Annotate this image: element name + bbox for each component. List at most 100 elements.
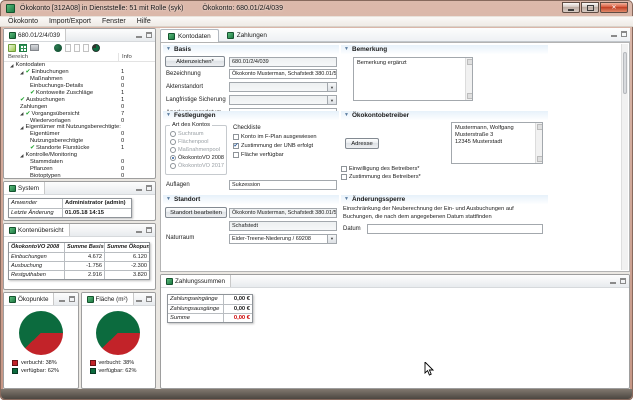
column-bereich[interactable]: Bereich	[8, 54, 28, 60]
scrollbar[interactable]	[465, 58, 472, 100]
tree-view-tab[interactable]: 680.01/2/4/039	[4, 29, 66, 41]
tree-item[interactable]: Stammdaten0	[4, 158, 155, 165]
expander-icon[interactable]: ◢	[20, 111, 23, 116]
adresse-button[interactable]: Adresse	[345, 138, 379, 149]
check-zustimmung[interactable]: Zustimmung des Betreibers*	[341, 174, 421, 180]
tree-item[interactable]: Biotoptypen0	[4, 172, 155, 178]
excel-icon[interactable]	[19, 44, 27, 52]
checkliste-label: Checkliste	[233, 125, 261, 131]
app-icon	[6, 4, 15, 13]
expander-icon[interactable]: ◢	[20, 125, 23, 130]
title-bar[interactable]: Ökokonto [312A08] in Dienststelle: 51 mi…	[0, 0, 633, 16]
scrollbar[interactable]	[535, 123, 542, 163]
maximize-view-icon[interactable]	[146, 32, 152, 38]
tree-item[interactable]: ◢Kontrolle/Monitoring	[4, 152, 155, 159]
menu-fenster[interactable]: Fenster	[102, 18, 126, 25]
art-des-kontos-label: Art des Kontos	[170, 122, 212, 128]
pie-tab[interactable]: Fläche (m²)	[82, 293, 134, 305]
tree-item[interactable]: Maßnahmen0	[4, 76, 155, 83]
radio-oekokontovo-2008[interactable]: ÖkokontoVO 2008	[166, 154, 226, 162]
section-bemerkung[interactable]: ▼ Bemerkung	[341, 45, 548, 54]
expander-icon[interactable]: ◢	[20, 70, 23, 75]
sicherung-combo[interactable]: ▼	[229, 95, 337, 105]
maximize-view-icon[interactable]	[621, 31, 627, 37]
zahlungssummen-tab[interactable]: Zahlungssummen	[161, 275, 231, 287]
tree-item[interactable]: Wiedervorlagen0	[4, 117, 155, 124]
minimize-view-icon[interactable]	[59, 296, 65, 302]
tree-item[interactable]: ◢Eigentümer mit Nutzungsberechtigte:	[4, 124, 155, 131]
betreiber-address-box[interactable]: Mustermann, Wolfgang Musterstraße 3 1234…	[451, 122, 543, 164]
pie-tab[interactable]: Ökopunkte	[4, 293, 54, 305]
tree-item[interactable]: Zahlungen0	[4, 103, 155, 110]
expander-icon[interactable]: ◢	[20, 153, 23, 158]
datum-field[interactable]	[367, 224, 543, 234]
maximize-view-icon[interactable]	[146, 185, 152, 191]
aktenstandort-combo[interactable]: ▼	[229, 82, 337, 92]
pie-chart-icon[interactable]	[92, 44, 100, 52]
tree-item[interactable]: ✔Kontoweite Zuschläge1	[4, 90, 155, 97]
section-aenderungssperre[interactable]: ▼ Änderungssperre	[341, 195, 548, 204]
check-einwilligung[interactable]: Einwilligung des Betreibers*	[341, 166, 420, 172]
radio-oekokontovo-2017[interactable]: ÖkokontoVO 2017	[166, 162, 226, 170]
minimize-view-icon[interactable]	[136, 185, 142, 191]
menu-import-export[interactable]: Import/Export	[49, 18, 91, 25]
tree-item[interactable]: ◢✔Einbuchungen1	[4, 69, 155, 76]
radio-flaechenpool[interactable]: Flächenpool	[166, 138, 226, 146]
tree-item[interactable]: ✔Standorte Flurstücke1	[4, 145, 155, 152]
section-basis[interactable]: ▼ Basis	[163, 45, 339, 54]
form-scrollbar[interactable]	[621, 44, 628, 270]
document-icon[interactable]	[65, 44, 71, 52]
chevron-down-icon[interactable]: ▼	[327, 83, 336, 91]
document-icon[interactable]	[83, 44, 89, 52]
minimize-view-icon[interactable]	[136, 227, 142, 233]
tree-item[interactable]: ◢✔Vorgangsübersicht7	[4, 110, 155, 117]
check-flaeche[interactable]: Fläche verfügbar	[233, 152, 284, 158]
tab-kontodaten[interactable]: Kontodaten	[160, 29, 219, 42]
close-button[interactable]: ✕	[600, 2, 628, 13]
print-icon[interactable]	[30, 44, 39, 51]
minimize-view-icon[interactable]	[610, 278, 616, 284]
naturraum-combo[interactable]: Eider-Treene-Niederung / 69208 ▼	[229, 234, 337, 244]
maximize-view-icon[interactable]	[146, 296, 152, 302]
tree-item[interactable]: ✔Ausbuchungen1	[4, 96, 155, 103]
radio-suchraum[interactable]: Suchraum	[166, 130, 226, 138]
check-fplan[interactable]: Konto im F-Plan ausgewiesen	[233, 134, 317, 140]
bezeichnung-field[interactable]: Ökokonto Musterman, Schafstedt 380.01/5/…	[229, 69, 337, 79]
section-standort[interactable]: ▼ Standort	[163, 195, 339, 204]
accounts-tab[interactable]: Kontenübersicht	[4, 224, 70, 236]
tree-item[interactable]: Eigentümer0	[4, 131, 155, 138]
auflagen-field[interactable]: Sukzession	[229, 180, 337, 190]
menu-oekokonto[interactable]: Ökokonto	[8, 18, 38, 25]
document-icon[interactable]	[74, 44, 80, 52]
maximize-view-icon[interactable]	[620, 278, 626, 284]
menu-hilfe[interactable]: Hilfe	[137, 18, 151, 25]
status-circle-icon[interactable]	[54, 44, 62, 52]
chevron-down-icon[interactable]: ▼	[327, 96, 336, 104]
tree-item[interactable]: Einbuchungs-Details0	[4, 83, 155, 90]
check-unb[interactable]: Zustimmung der UNB erfolgt	[233, 143, 313, 149]
minimize-view-icon[interactable]	[611, 31, 617, 37]
window-title-account: Ökokonto: 680.01/2/4/039	[202, 5, 283, 12]
tree-item[interactable]: ◢Kontodaten	[4, 62, 155, 69]
aktenzeichen-button[interactable]: Aktenzeichen*	[165, 56, 225, 67]
standort-bearbeiten-button[interactable]: Standort bearbeiten	[165, 207, 227, 218]
system-tab[interactable]: System	[4, 182, 45, 194]
column-info[interactable]: Info	[118, 53, 132, 61]
section-betreiber[interactable]: ▼ Ökokontobetreiber	[341, 111, 548, 120]
minimize-view-icon[interactable]	[136, 296, 142, 302]
export-icon[interactable]	[8, 44, 16, 52]
bemerkung-textarea[interactable]: Bemerkung ergänzt	[353, 57, 473, 101]
chevron-down-icon[interactable]: ▼	[327, 235, 336, 243]
maximize-button[interactable]	[581, 2, 599, 13]
scrollbar-thumb[interactable]	[623, 52, 627, 94]
expander-icon[interactable]: ◢	[10, 63, 13, 68]
minimize-view-icon[interactable]	[136, 32, 142, 38]
minimize-button[interactable]	[562, 2, 580, 13]
tab-zahlungen[interactable]: Zahlungen	[219, 28, 275, 41]
tree-item[interactable]: Pflanzen0	[4, 165, 155, 172]
maximize-view-icon[interactable]	[69, 296, 75, 302]
section-festlegungen[interactable]: ▼ Festlegungen	[163, 111, 339, 120]
radio-massnahmenpool[interactable]: Maßnahmenpool	[166, 146, 226, 154]
maximize-view-icon[interactable]	[146, 227, 152, 233]
tree-item[interactable]: Nutzungsberechtigte0	[4, 138, 155, 145]
